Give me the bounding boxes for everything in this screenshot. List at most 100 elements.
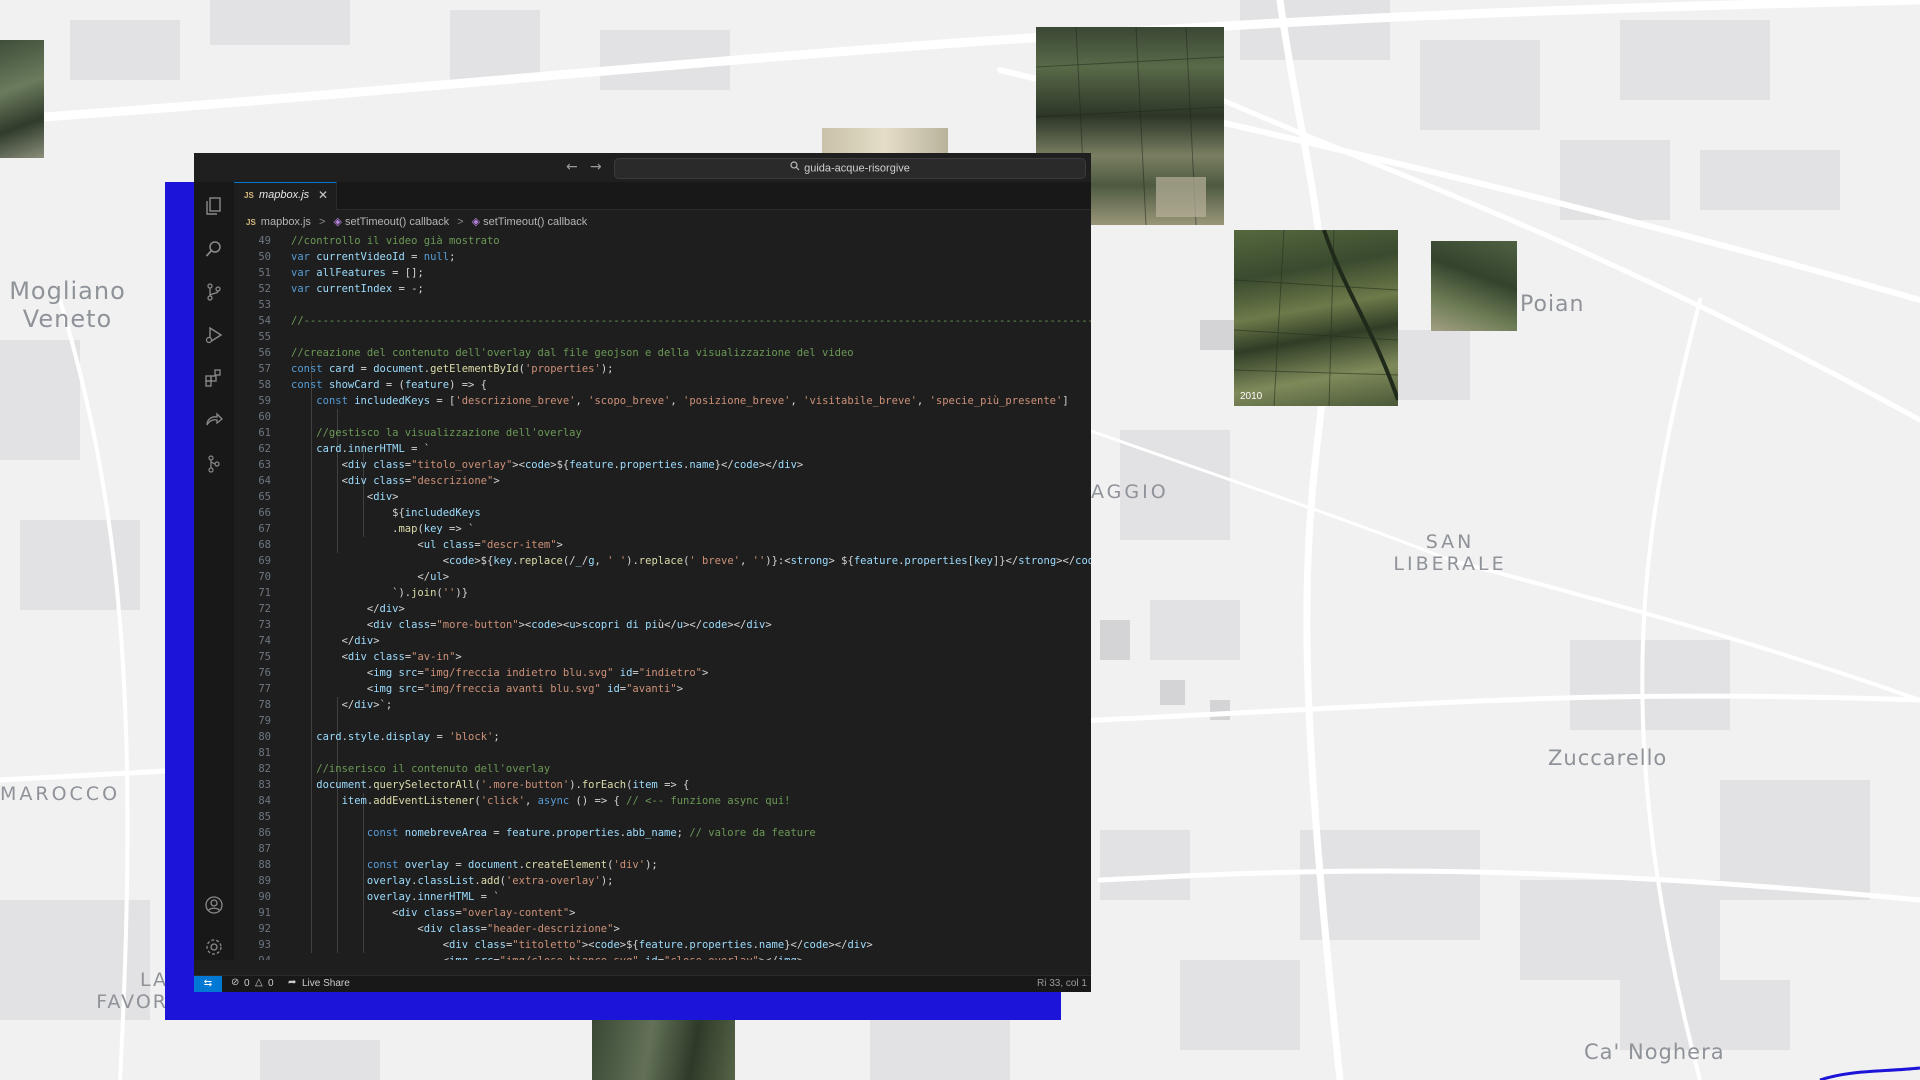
code-line[interactable]: 85 — [234, 809, 1091, 825]
code-line[interactable]: 58 const showCard = (feature) => { — [234, 377, 1091, 393]
code-line[interactable]: 87 — [234, 841, 1091, 857]
extensions-icon[interactable] — [204, 368, 224, 388]
code-line[interactable]: 72 </div> — [234, 601, 1091, 617]
code-text[interactable]: <img src="img/freccia avanti blu.svg" id… — [291, 681, 683, 697]
code-line[interactable]: 63 <div class="titolo_overlay"><code>${f… — [234, 457, 1091, 473]
code-line[interactable]: 90 overlay.innerHTML = ` — [234, 889, 1091, 905]
code-line[interactable]: 51 var allFeatures = []; — [234, 265, 1091, 281]
code-text[interactable]: <div class="more-button"><code><u>scopri… — [291, 617, 772, 633]
code-text[interactable]: <div class="titoletto"><code>${feature.p… — [291, 937, 873, 953]
code-line[interactable]: 67 .map(key => ` — [234, 521, 1091, 537]
code-line[interactable]: 57 const card = document.getElementById('… — [234, 361, 1091, 377]
source-control-icon[interactable] — [204, 282, 224, 302]
code-line[interactable]: 53 — [234, 297, 1091, 313]
code-text[interactable]: var allFeatures = []; — [291, 265, 424, 281]
remote-icon[interactable]: ⇆ — [194, 976, 222, 992]
code-text[interactable]: <div class="titolo_overlay"><code>${feat… — [291, 457, 804, 473]
breadcrumb-callback-2[interactable]: setTimeout() callback — [483, 216, 587, 228]
breadcrumb-callback-1[interactable]: setTimeout() callback — [345, 216, 449, 228]
code-line[interactable]: 68 <ul class="descr-item"> — [234, 537, 1091, 553]
code-line[interactable]: 89 overlay.classList.add('extra-overlay'… — [234, 873, 1091, 889]
git-graph-icon[interactable] — [204, 454, 224, 474]
code-line[interactable]: 76 <img src="img/freccia indietro blu.sv… — [234, 665, 1091, 681]
code-line[interactable]: 62 card.innerHTML = ` — [234, 441, 1091, 457]
code-text[interactable]: const showCard = (feature) => { — [291, 377, 487, 393]
code-editor-window[interactable]: ← → guida-acque-risorgive JS mapbox.js ✕… — [194, 153, 1091, 992]
code-line[interactable]: 79 — [234, 713, 1091, 729]
code-line[interactable]: 60 — [234, 409, 1091, 425]
code-text[interactable]: //inserisco il contenuto dell'overlay — [291, 761, 550, 777]
code-line[interactable]: 81 — [234, 745, 1091, 761]
aerial-photo-top-center[interactable] — [822, 128, 948, 154]
code-text[interactable]: var currentVideoId = null; — [291, 249, 455, 265]
code-line[interactable]: 49 //controllo il video già mostrato — [234, 233, 1091, 249]
error-count[interactable]: 0 — [244, 978, 250, 989]
code-line[interactable]: 66 ${includedKeys — [234, 505, 1091, 521]
code-text[interactable]: const includedKeys = ['descrizione_breve… — [291, 393, 1068, 409]
code-text[interactable]: <div> — [291, 489, 399, 505]
code-text[interactable]: <div class="av-in"> — [291, 649, 462, 665]
code-text[interactable]: `).join('')} — [291, 585, 468, 601]
code-text[interactable]: overlay.classList.add('extra-overlay'); — [291, 873, 614, 889]
account-icon[interactable] — [204, 895, 224, 915]
code-area[interactable]: 49 //controllo il video già mostrato 50 var… — [234, 233, 1091, 960]
code-text[interactable]: document.querySelectorAll('.more-button'… — [291, 777, 689, 793]
code-line[interactable]: 54 //------------------------------------… — [234, 313, 1091, 329]
run-debug-icon[interactable] — [204, 325, 224, 345]
aerial-photo-bottom[interactable] — [592, 1020, 735, 1080]
code-line[interactable]: 71 `).join('')} — [234, 585, 1091, 601]
aerial-photo-fields-2010[interactable]: 2010 — [1234, 230, 1398, 406]
code-text[interactable]: <div class="descrizione"> — [291, 473, 500, 489]
back-arrow-icon[interactable]: ← — [566, 159, 578, 175]
code-line[interactable]: 91 <div class="overlay-content"> — [234, 905, 1091, 921]
code-line[interactable]: 50 var currentVideoId = null; — [234, 249, 1091, 265]
code-line[interactable]: 70 </ul> — [234, 569, 1091, 585]
code-line[interactable]: 65 <div> — [234, 489, 1091, 505]
code-line[interactable]: 56 //creazione del contenuto dell'overlay… — [234, 345, 1091, 361]
code-line[interactable]: 75 <div class="av-in"> — [234, 649, 1091, 665]
code-text[interactable]: .map(key => ` — [291, 521, 474, 537]
warning-count[interactable]: 0 — [268, 978, 274, 989]
code-text[interactable]: const card = document.getElementById('pr… — [291, 361, 613, 377]
close-icon[interactable]: ✕ — [318, 188, 328, 202]
code-text[interactable]: card.innerHTML = ` — [291, 441, 430, 457]
code-line[interactable]: 61 //gestisco la visualizzazione dell'ov… — [234, 425, 1091, 441]
code-text[interactable]: ${includedKeys — [291, 505, 481, 521]
code-text[interactable]: //--------------------------------------… — [291, 313, 1091, 329]
command-center-search[interactable]: guida-acque-risorgive — [614, 158, 1086, 179]
settings-gear-icon[interactable] — [204, 937, 224, 957]
code-line[interactable]: 93 <div class="titoletto"><code>${featur… — [234, 937, 1091, 953]
code-line[interactable]: 94 <img src="img/close_bianco.svg" id="c… — [234, 953, 1091, 960]
code-text[interactable]: var currentIndex = -; — [291, 281, 424, 297]
code-line[interactable]: 92 <div class="header-descrizione"> — [234, 921, 1091, 937]
breadcrumb-file[interactable]: mapbox.js — [261, 216, 311, 228]
code-text[interactable]: card.style.display = 'block'; — [291, 729, 499, 745]
code-line[interactable]: 73 <div class="more-button"><code><u>sco… — [234, 617, 1091, 633]
code-line[interactable]: 69 <code>${key.replace(/_/g, ' ').replac… — [234, 553, 1091, 569]
code-line[interactable]: 83 document.querySelectorAll('.more-butt… — [234, 777, 1091, 793]
live-share-icon[interactable] — [204, 411, 224, 431]
files-icon[interactable] — [204, 196, 224, 216]
code-text[interactable]: </div> — [291, 633, 380, 649]
error-icon[interactable]: ⊘ — [231, 977, 239, 988]
code-line[interactable]: 55 — [234, 329, 1091, 345]
code-text[interactable]: item.addEventListener('click', async () … — [291, 793, 791, 809]
search-icon[interactable] — [204, 239, 224, 259]
code-text[interactable]: </div>`; — [291, 697, 393, 713]
aerial-photo-fields-small[interactable] — [1431, 241, 1517, 331]
code-line[interactable]: 86 const nomebreveArea = feature.propert… — [234, 825, 1091, 841]
code-text[interactable]: const nomebreveArea = feature.properties… — [291, 825, 816, 841]
code-line[interactable]: 77 <img src="img/freccia avanti blu.svg"… — [234, 681, 1091, 697]
code-text[interactable]: const overlay = document.createElement('… — [291, 857, 658, 873]
code-text[interactable]: </ul> — [291, 569, 449, 585]
aerial-photo-left[interactable] — [0, 40, 44, 158]
warning-icon[interactable]: △ — [255, 977, 263, 988]
code-line[interactable]: 88 const overlay = document.createElemen… — [234, 857, 1091, 873]
live-share-label[interactable]: Live Share — [302, 978, 350, 989]
code-line[interactable]: 78 </div>`; — [234, 697, 1091, 713]
code-text[interactable]: <div class="overlay-content"> — [291, 905, 575, 921]
code-text[interactable]: <code>${key.replace(/_/g, ' ').replace('… — [291, 553, 1091, 569]
code-line[interactable]: 74 </div> — [234, 633, 1091, 649]
code-text[interactable]: </div> — [291, 601, 405, 617]
code-text[interactable]: //controllo il video già mostrato — [291, 233, 500, 249]
